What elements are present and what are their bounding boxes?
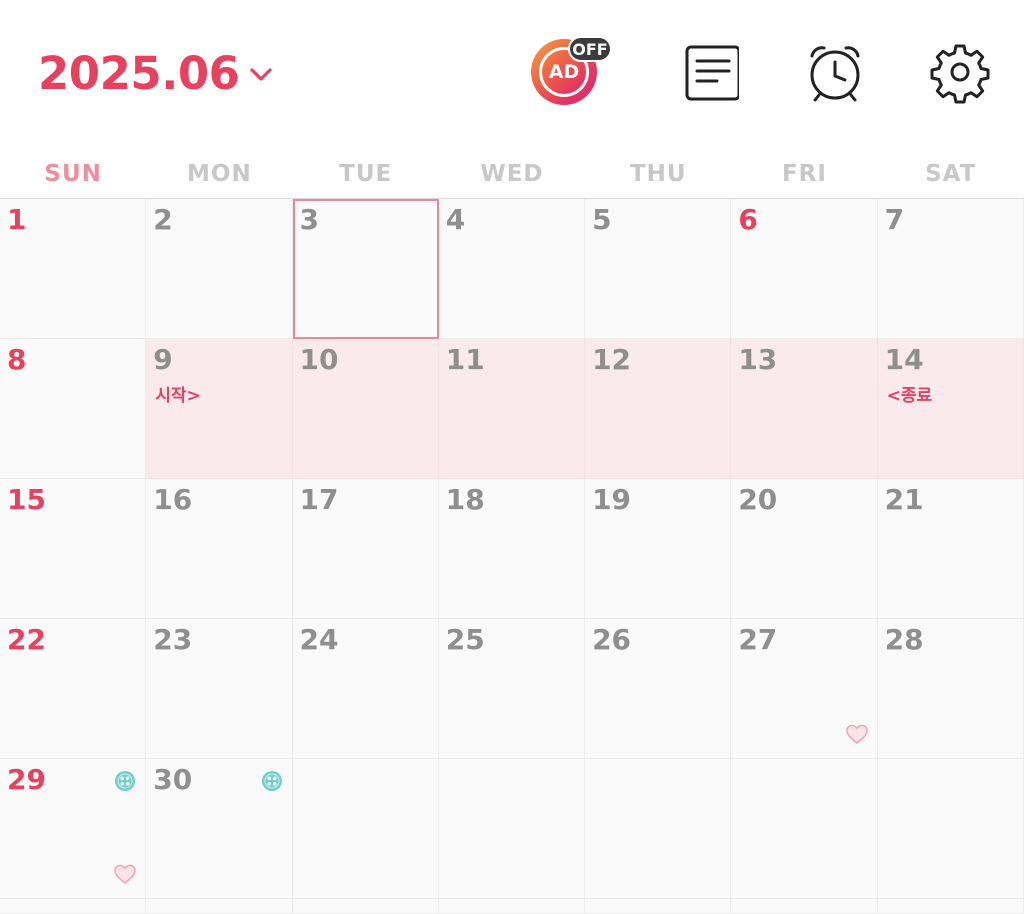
day-cell[interactable]: 5 [585, 199, 732, 339]
day-cell[interactable]: 11 [438, 339, 586, 479]
weekday-fri: FRI [781, 161, 827, 187]
day-number: 13 [738, 343, 778, 376]
empty-day-cell[interactable] [438, 759, 586, 899]
day-cell[interactable]: 25 [438, 619, 586, 759]
calendar-grid: 1 2 3 4 5 6 7 8 9 시작> 10 11 12 13 14 <종료 15 16 17 18 19 20 21 2… [0, 199, 1024, 914]
day-number: 19 [592, 483, 632, 516]
day-number: 17 [299, 483, 339, 516]
button-sticker-icon [115, 771, 136, 791]
next-week-cell[interactable] [146, 899, 293, 914]
day-cell[interactable]: 26 [585, 619, 732, 759]
day-number: 20 [738, 483, 778, 516]
chevron-down-icon [250, 68, 273, 81]
day-cell[interactable]: 17 [292, 479, 439, 619]
next-week-cell[interactable] [877, 899, 1024, 914]
day-number: 7 [884, 203, 905, 236]
alarm-button[interactable] [801, 38, 869, 106]
day-number: 6 [738, 203, 758, 236]
weekday-sun: SUN [44, 161, 102, 187]
empty-day-cell[interactable] [877, 759, 1024, 899]
day-number: 22 [7, 623, 46, 656]
day-cell[interactable]: 4 [438, 199, 586, 339]
day-cell[interactable]: 21 [877, 479, 1024, 619]
day-number: 2 [153, 203, 173, 236]
day-cell[interactable]: 24 [292, 619, 439, 759]
day-cell[interactable]: 30 [146, 759, 293, 899]
heart-icon [114, 864, 137, 885]
day-number: 8 [7, 343, 27, 376]
day-cell[interactable]: 9 시작> [146, 339, 293, 479]
heart-icon [845, 724, 868, 745]
day-cell[interactable]: 22 [0, 619, 147, 759]
day-number: 15 [7, 483, 46, 516]
ad-status-badge: OFF [568, 36, 612, 62]
day-number: 26 [592, 623, 632, 656]
ad-label: AD [548, 61, 580, 83]
day-number: 11 [445, 343, 485, 376]
next-week-cell[interactable] [731, 899, 878, 914]
day-cell[interactable]: 23 [146, 619, 293, 759]
next-week-cell[interactable] [438, 899, 586, 914]
weekday-thu: THU [629, 161, 687, 187]
day-number: 4 [445, 203, 466, 236]
day-cell[interactable]: 16 [146, 479, 293, 619]
day-cell[interactable]: 10 [292, 339, 439, 479]
day-number: 14 [884, 343, 924, 376]
month-title: 2025.06 [38, 47, 240, 100]
weekday-wed: WED [480, 161, 544, 187]
day-cell[interactable]: 20 [731, 479, 878, 619]
button-sticker-icon [261, 771, 282, 791]
day-number: 18 [445, 483, 485, 516]
gear-icon [930, 44, 990, 104]
empty-day-cell[interactable] [585, 759, 732, 899]
alarm-clock-icon [810, 46, 860, 102]
day-cell[interactable]: 15 [0, 479, 147, 619]
day-number: 23 [153, 623, 193, 656]
day-number: 21 [884, 483, 924, 516]
weekday-tue: TUE [339, 161, 393, 187]
day-number: 28 [884, 623, 924, 656]
day-cell[interactable]: 2 [146, 199, 293, 339]
day-number: 29 [7, 763, 46, 796]
day-number: 9 [153, 343, 173, 376]
day-number: 25 [445, 623, 485, 656]
day-cell[interactable]: 14 <종료 [877, 339, 1024, 479]
day-cell[interactable]: 1 [0, 199, 147, 339]
day-cell[interactable]: 28 [877, 619, 1024, 759]
day-number: 12 [592, 343, 632, 376]
day-cell[interactable]: 3 [292, 199, 439, 339]
event-note: <종료 [886, 386, 933, 406]
day-cell[interactable]: 27 [731, 619, 878, 759]
day-cell[interactable]: 12 [585, 339, 732, 479]
day-number: 5 [592, 203, 612, 236]
day-number: 10 [299, 343, 339, 376]
day-cell[interactable]: 18 [438, 479, 586, 619]
day-cell[interactable]: 6 [731, 199, 878, 339]
month-selector[interactable]: 2025.06 [38, 46, 275, 102]
day-number: 1 [7, 203, 27, 236]
next-week-cell[interactable] [292, 899, 439, 914]
event-note: 시작> [155, 386, 201, 406]
day-cell[interactable]: 13 [731, 339, 878, 479]
weekday-mon: MON [187, 161, 252, 187]
weekday-sat: SAT [925, 161, 977, 187]
empty-day-cell[interactable] [292, 759, 439, 899]
day-cell[interactable]: 19 [585, 479, 732, 619]
settings-button[interactable] [926, 38, 994, 106]
day-number: 16 [153, 483, 193, 516]
day-cell[interactable]: 7 [877, 199, 1024, 339]
weekday-header-row: SUN MON TUE WED THU FRI SAT [0, 150, 1024, 199]
memo-icon [685, 45, 739, 101]
calendar-header: 2025.06 AD OFF [0, 0, 1024, 150]
day-cell[interactable]: 8 [0, 339, 147, 479]
day-number: 24 [299, 623, 339, 656]
next-week-cell[interactable] [0, 899, 147, 914]
day-number: 3 [299, 203, 320, 236]
day-number: 27 [738, 623, 778, 656]
memo-button[interactable] [675, 38, 743, 106]
next-week-cell[interactable] [585, 899, 732, 914]
day-number: 30 [153, 763, 193, 796]
empty-day-cell[interactable] [731, 759, 878, 899]
day-cell[interactable]: 29 [0, 759, 147, 899]
